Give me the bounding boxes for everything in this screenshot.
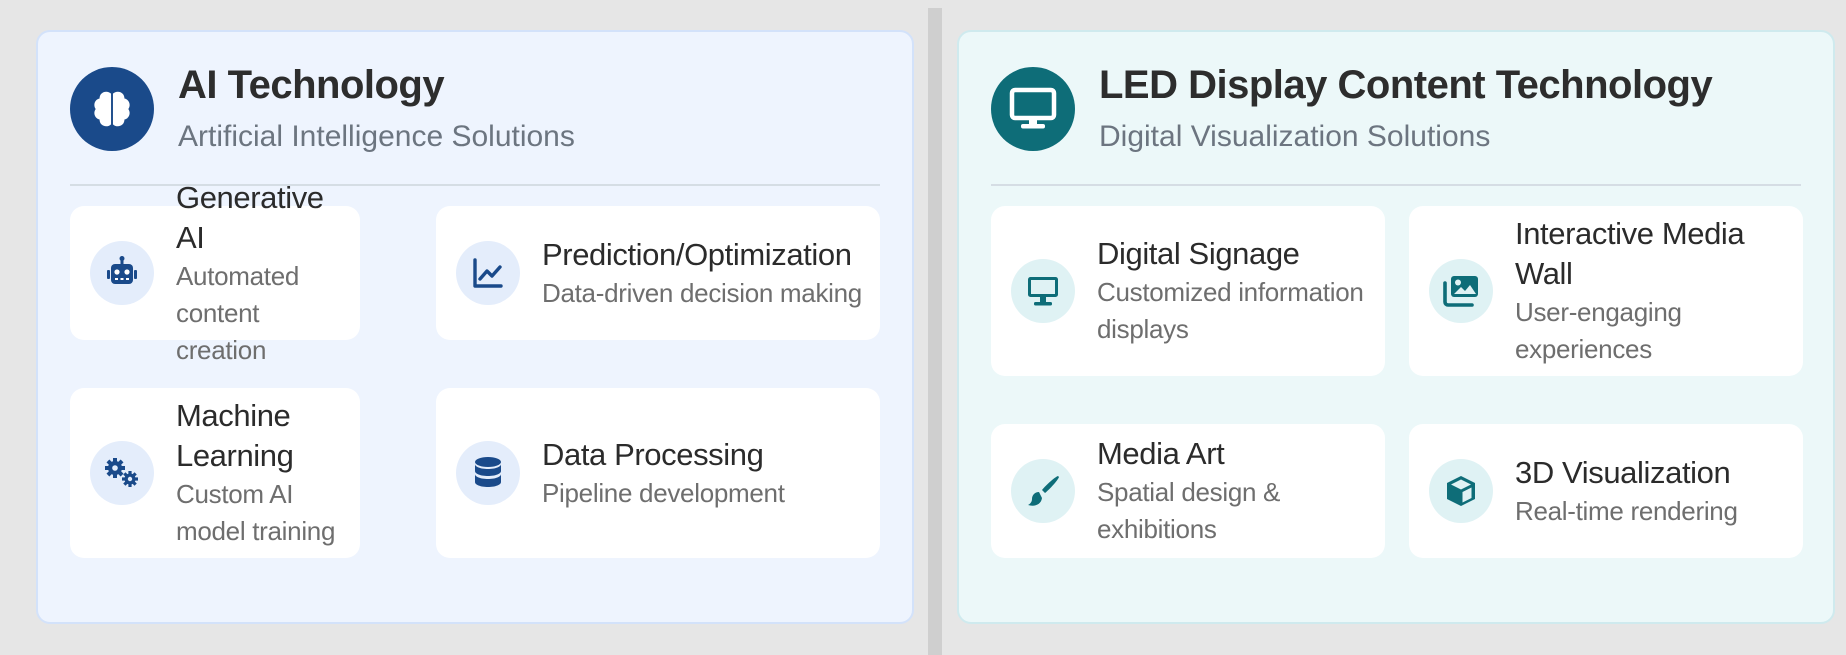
paintbrush-icon bbox=[1011, 459, 1075, 523]
card-media-art[interactable]: Media Art Spatial design & exhibitions bbox=[991, 424, 1385, 558]
led-display-panel: LED Display Content Technology Digital V… bbox=[957, 30, 1835, 624]
led-panel-title: LED Display Content Technology bbox=[1099, 63, 1713, 107]
card-3d-visualization[interactable]: 3D Visualization Real-time rendering bbox=[1409, 424, 1803, 558]
panel-divider bbox=[928, 8, 942, 655]
images-icon bbox=[1429, 259, 1493, 323]
card-description: Pipeline development bbox=[542, 477, 785, 508]
card-digital-signage[interactable]: Digital Signage Customized information d… bbox=[991, 206, 1385, 376]
database-icon bbox=[456, 441, 520, 505]
card-machine-learning[interactable]: Machine Learning Custom AI model trainin… bbox=[70, 388, 360, 558]
card-description: User-engaging experiences bbox=[1515, 297, 1682, 364]
cube-icon bbox=[1429, 459, 1493, 523]
card-title: Prediction/Optimization bbox=[542, 236, 852, 272]
card-interactive-media-wall[interactable]: Interactive Media Wall User-engaging exp… bbox=[1409, 206, 1803, 376]
card-description: Custom AI model training bbox=[176, 479, 336, 546]
card-title: Machine Learning bbox=[176, 398, 294, 473]
card-generative-ai[interactable]: Generative AI Automated content creation bbox=[70, 180, 360, 365]
monitor-icon bbox=[991, 67, 1075, 151]
card-title: Generative AI bbox=[176, 179, 324, 255]
card-data-processing[interactable]: Data Processing Pipeline development bbox=[436, 388, 880, 558]
card-description: Data-driven decision making bbox=[542, 277, 862, 308]
led-panel-header: LED Display Content Technology Digital V… bbox=[991, 32, 1801, 186]
card-title: Data Processing bbox=[542, 436, 764, 472]
card-title: Media Art bbox=[1097, 436, 1225, 471]
card-description: Spatial design & exhibitions bbox=[1097, 477, 1281, 544]
line-chart-icon bbox=[456, 241, 520, 305]
card-title: 3D Visualization bbox=[1515, 454, 1731, 490]
ai-panel-subtitle: Artificial Intelligence Solutions bbox=[178, 120, 575, 153]
ai-panel-header: AI Technology Artificial Intelligence So… bbox=[70, 32, 880, 186]
card-title: Interactive Media Wall bbox=[1515, 216, 1745, 291]
card-description: Real-time rendering bbox=[1515, 495, 1738, 526]
card-description: Customized information displays bbox=[1097, 277, 1364, 344]
card-title: Digital Signage bbox=[1097, 236, 1300, 271]
card-description: Automated content creation bbox=[176, 260, 300, 365]
led-panel-subtitle: Digital Visualization Solutions bbox=[1099, 120, 1491, 153]
brain-icon bbox=[70, 67, 154, 151]
robot-icon bbox=[90, 241, 154, 305]
ai-technology-panel: AI Technology Artificial Intelligence So… bbox=[36, 30, 914, 624]
gears-icon bbox=[90, 441, 154, 505]
monitor-icon bbox=[1011, 259, 1075, 323]
ai-panel-title: AI Technology bbox=[178, 63, 445, 107]
card-prediction-optimization[interactable]: Prediction/Optimization Data-driven deci… bbox=[436, 206, 880, 340]
